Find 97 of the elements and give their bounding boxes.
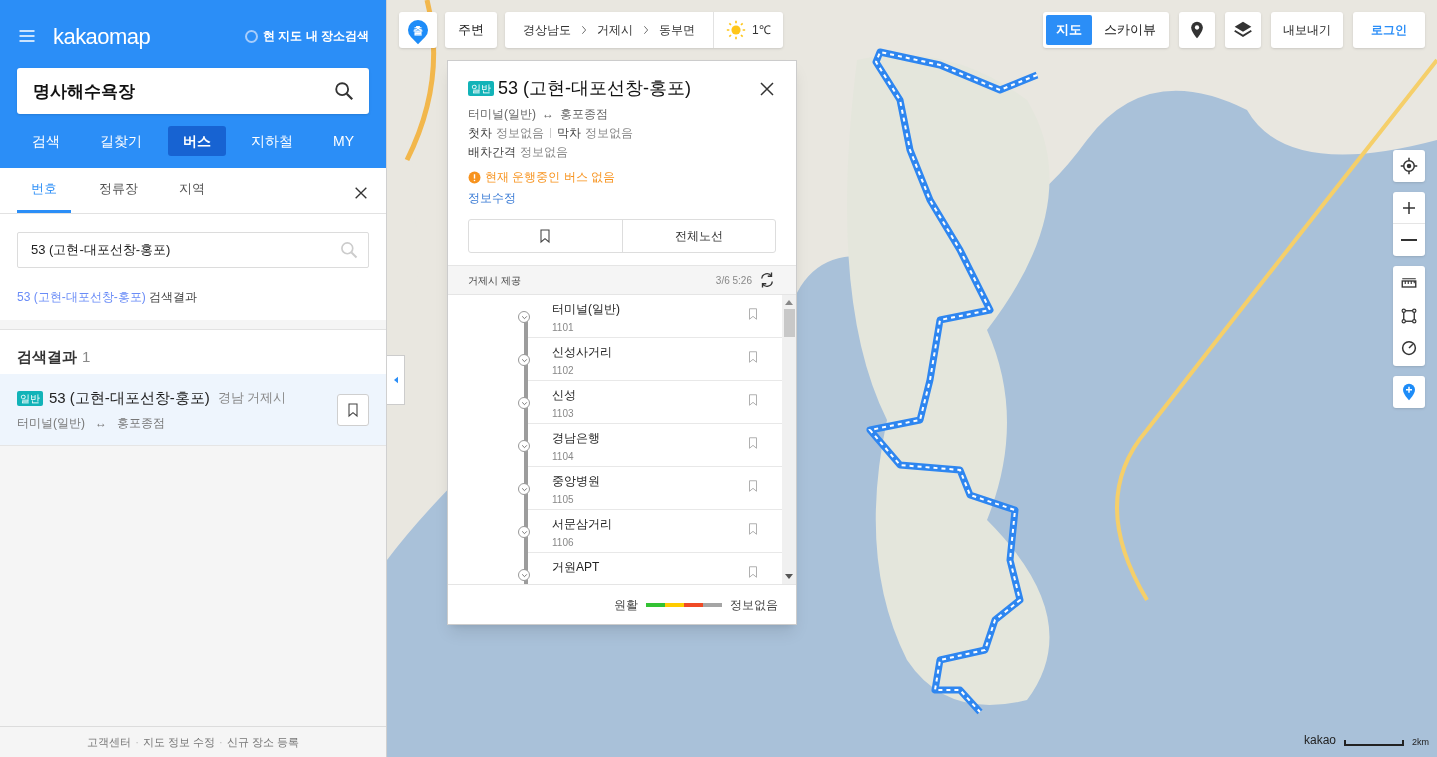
sub-tab[interactable]: 정류장 <box>91 168 145 213</box>
alert-message: 현재 운행중인 버스 없음 <box>485 169 615 186</box>
bookmark-icon <box>746 564 760 580</box>
search-icon[interactable] <box>333 80 355 102</box>
panel-collapse-button[interactable] <box>387 355 405 405</box>
suggestion-label: 검색결과 <box>148 289 197 306</box>
bookmark-button[interactable] <box>746 392 760 408</box>
bookmark-button[interactable] <box>746 435 760 451</box>
bus-search-field[interactable]: 53 (고현-대포선창-홍포) <box>17 232 369 268</box>
add-pin-icon <box>1400 383 1418 401</box>
roadview-button[interactable] <box>1179 12 1215 48</box>
route-destination: 홍포종점 <box>560 106 608 123</box>
route-origin: 터미널(일반) <box>468 106 536 123</box>
stop-number: 1104 <box>552 450 575 464</box>
info-label: 배차간격 <box>468 144 516 161</box>
separator-dot: · <box>219 734 223 750</box>
bookmark-button[interactable] <box>746 306 760 322</box>
stop-number: 1103 <box>552 407 575 421</box>
stop-name[interactable]: 거원APT <box>552 559 600 575</box>
footer-link[interactable]: 신규 장소 등록 <box>226 733 299 751</box>
separator-dot: · <box>135 734 139 750</box>
scale-label: 2km <box>1412 735 1429 749</box>
legend-label: 정보없음 <box>730 596 778 614</box>
close-icon <box>758 79 776 98</box>
breadcrumb-item[interactable]: 동부면 <box>659 21 695 39</box>
stop-number: 1106 <box>552 536 575 550</box>
bookmark-icon <box>746 478 760 494</box>
gauge-icon <box>1400 339 1418 357</box>
stop-name[interactable]: 경남은행 <box>552 430 600 446</box>
data-provider: 거제시 제공 <box>468 273 521 288</box>
route-type-badge: 일반 <box>17 390 43 406</box>
chevron-right-icon <box>641 25 651 35</box>
edit-info-link[interactable]: 정보수정 <box>468 189 516 207</box>
nearby-button[interactable]: 주변 <box>445 12 497 48</box>
route-destination: 홍포종점 <box>117 415 165 433</box>
nav-tab[interactable]: 버스 <box>167 126 226 156</box>
result-item[interactable]: 일반 53 (고현-대포선창-홍포) 경남 거제시 터미널(일반) ↔ 홍포종점 <box>0 374 386 446</box>
route-origin: 터미널(일반) <box>17 415 85 433</box>
refresh-button[interactable] <box>758 271 776 289</box>
layers-button[interactable] <box>1225 12 1261 48</box>
kakao-logo: kakao <box>1303 732 1336 749</box>
breadcrumb-item[interactable]: 거제시 <box>597 21 633 39</box>
breadcrumb-item[interactable]: 경상남도 <box>523 21 571 39</box>
refresh-icon <box>758 271 776 289</box>
sun-icon <box>726 20 746 40</box>
minus-icon <box>1401 239 1417 241</box>
legend-label: 원활 <box>614 596 638 614</box>
footer-link[interactable]: 고객센터 <box>87 733 132 751</box>
route-arrow: ↔ <box>95 415 107 433</box>
stop-name[interactable]: 서문삼거리 <box>552 516 612 532</box>
bookmark-button[interactable] <box>746 478 760 494</box>
target-icon <box>1400 157 1418 175</box>
bookmark-button[interactable] <box>746 564 760 580</box>
results-count: 1 <box>82 346 91 367</box>
info-label: 첫차 <box>468 125 492 142</box>
export-button[interactable]: 내보내기 <box>1271 12 1343 48</box>
info-value: 정보없음 <box>585 125 633 142</box>
stop-name[interactable]: 중앙병원 <box>552 473 600 489</box>
search-field[interactable]: 명사해수욕장 <box>17 68 369 114</box>
close-icon <box>353 185 369 201</box>
info-label: 막차 <box>557 125 581 142</box>
scrollbar[interactable] <box>782 295 796 584</box>
bookmark-icon <box>345 401 361 418</box>
stop-number: 1105 <box>552 493 575 507</box>
bookmark-icon <box>746 306 760 322</box>
route-arrow: ↔ <box>542 106 554 123</box>
update-time: 3/6 5:26 <box>715 273 752 288</box>
route-type-badge: 일반 <box>468 81 494 96</box>
alert-icon <box>468 170 481 184</box>
bookmark-button[interactable] <box>746 521 760 537</box>
sub-tab[interactable]: 지역 <box>165 168 219 213</box>
route-region: 경남 거제시 <box>217 389 287 408</box>
info-value: 정보없음 <box>496 125 544 142</box>
route-name[interactable]: 53 (고현-대포선창-홍포) <box>49 386 210 410</box>
stop-number: 1102 <box>552 364 575 378</box>
close-button[interactable] <box>758 79 776 98</box>
stop-name[interactable]: 신성사거리 <box>552 344 612 360</box>
map-type-toggle[interactable]: 스카이뷰 <box>1094 15 1166 45</box>
popup-title: 53 (고현-대포선창-홍포) <box>498 77 691 100</box>
stop-name[interactable]: 신성 <box>552 387 576 403</box>
bookmark-icon <box>746 392 760 408</box>
stop-number: 1101 <box>552 321 575 335</box>
bookmark-button[interactable] <box>746 349 760 365</box>
info-value: 정보없음 <box>520 144 568 161</box>
results-title: 검색결과 <box>17 346 77 367</box>
footer-link[interactable]: 지도 정보 수정 <box>142 733 215 751</box>
bookmark-icon <box>746 349 760 365</box>
chevron-right-icon <box>579 25 589 35</box>
layers-icon <box>1233 20 1253 40</box>
bookmark-button[interactable] <box>337 393 369 426</box>
scale-bar <box>1344 740 1404 746</box>
bookmark-icon <box>746 521 760 537</box>
bookmark-icon <box>746 435 760 451</box>
close-button[interactable] <box>353 185 369 201</box>
temperature: 1℃ <box>752 22 771 39</box>
area-icon <box>1400 307 1418 325</box>
stop-name[interactable]: 터미널(일반) <box>552 301 620 317</box>
